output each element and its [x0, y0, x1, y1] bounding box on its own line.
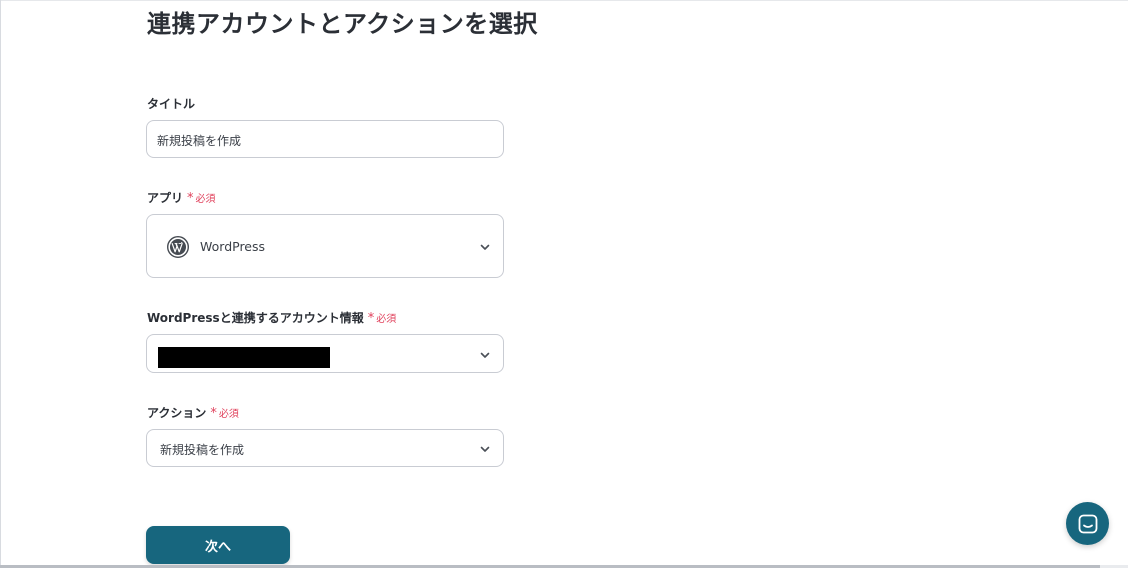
account-label: WordPressと連携するアカウント情報 * 必須 [147, 309, 396, 326]
top-border [0, 0, 1128, 1]
chat-icon [1078, 514, 1097, 533]
required-star: * [187, 191, 194, 206]
action-label-text: アクション [147, 406, 207, 420]
next-button-label: 次へ [204, 539, 231, 555]
required-star: * [367, 311, 375, 326]
page-title: 連携アカウントとアクションを選択 [147, 10, 538, 38]
app-select[interactable]: WordPress [146, 214, 504, 278]
chat-launcher-button[interactable] [1066, 502, 1109, 545]
action-select-value: 新規投稿を作成 [160, 443, 245, 457]
app-select-value: WordPress [200, 239, 266, 254]
title-input-value: 新規投稿を作成 [157, 134, 242, 148]
app-label-text: アプリ [147, 191, 184, 205]
chevron-down-icon [480, 352, 490, 358]
app-label: アプリ * 必須 [147, 189, 216, 206]
next-button[interactable]: 次へ [146, 526, 290, 564]
chevron-down-icon [480, 244, 490, 250]
title-input[interactable]: 新規投稿を作成 [146, 120, 504, 158]
wordpress-icon [167, 236, 189, 258]
title-label: タイトル [147, 95, 195, 112]
required-text: 必須 [376, 314, 397, 325]
account-select[interactable] [146, 334, 504, 373]
redacted-account-value [158, 347, 330, 368]
required-text: 必須 [218, 409, 239, 420]
page: 連携アカウントとアクションを選択 タイトル 新規投稿を作成 アプリ * 必須 Wor… [0, 0, 1128, 568]
account-label-text: WordPressと連携するアカウント情報 [147, 311, 364, 325]
required-star: * [210, 406, 217, 421]
chevron-down-icon [480, 446, 490, 452]
required-text: 必須 [195, 194, 216, 205]
left-border [0, 0, 1, 568]
title-label-text: タイトル [147, 97, 196, 111]
action-label: アクション * 必須 [147, 404, 239, 421]
action-select[interactable]: 新規投稿を作成 [146, 429, 504, 467]
